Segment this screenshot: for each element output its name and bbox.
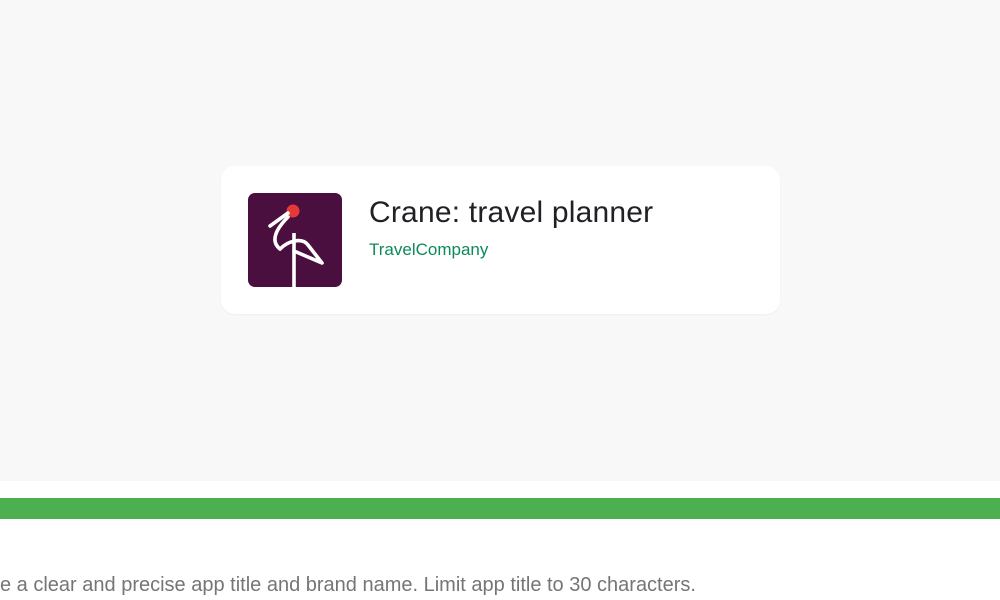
preview-area: Crane: travel planner TravelCompany	[0, 0, 1000, 481]
brand-name: TravelCompany	[369, 240, 489, 259]
app-title: Crane: travel planner	[369, 196, 654, 229]
app-listing-card[interactable]: Crane: travel planner TravelCompany	[221, 166, 780, 314]
status-bar	[0, 498, 1000, 519]
crane-logo-icon	[248, 193, 342, 287]
guideline-text: e a clear and precise app title and bran…	[0, 574, 696, 596]
